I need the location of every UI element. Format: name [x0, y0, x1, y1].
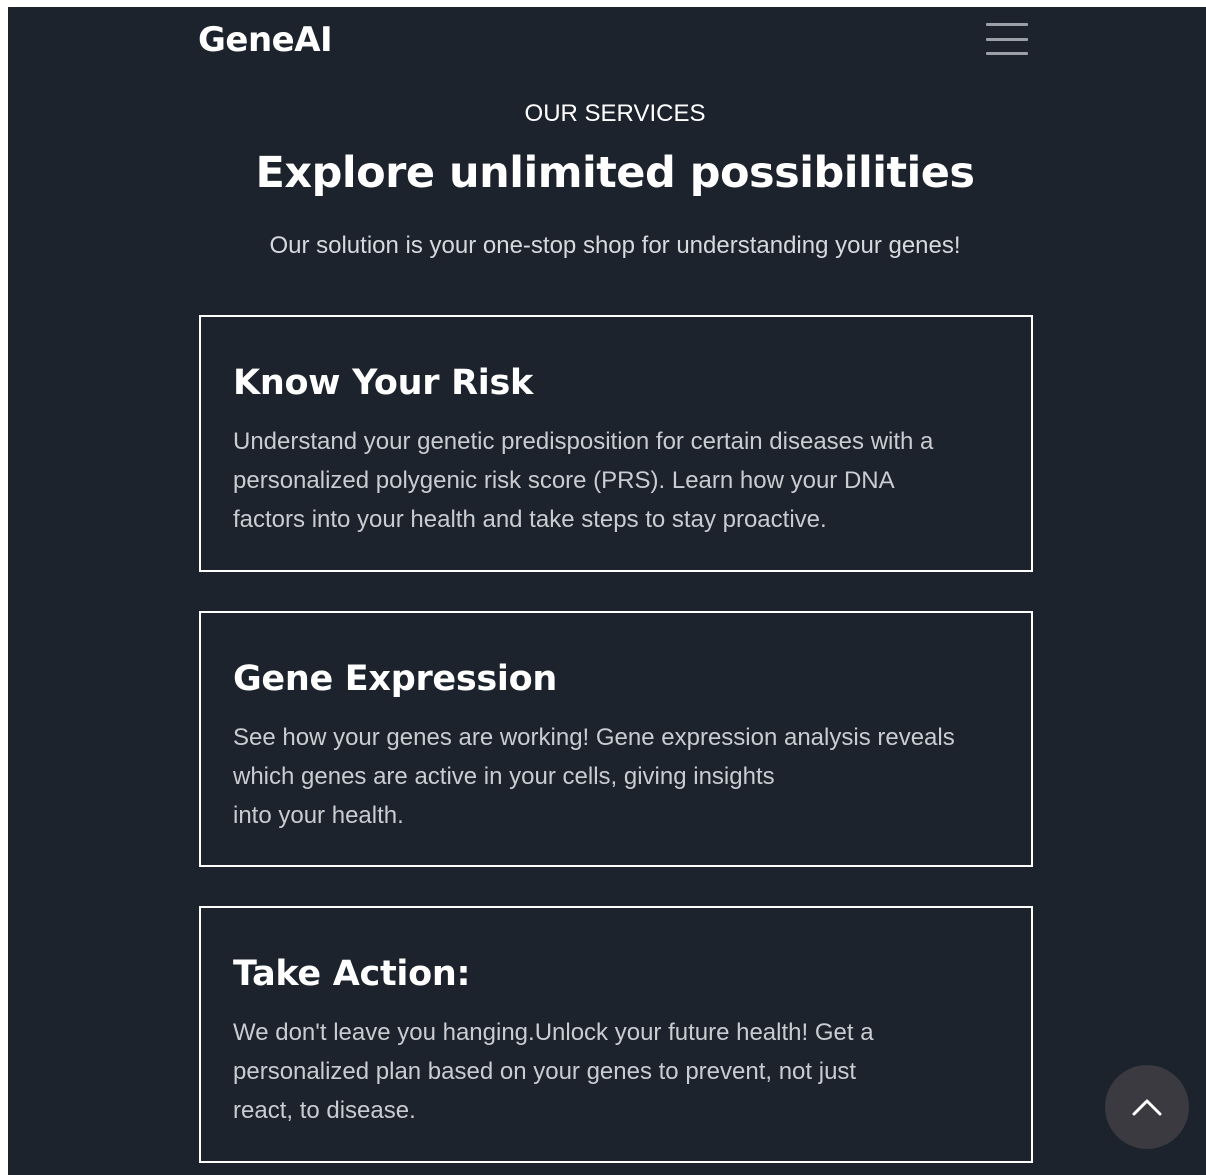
- card-title: Gene Expression: [233, 659, 557, 699]
- card-description-line: into your health.: [233, 802, 404, 829]
- card-description-line: Understand your genetic predisposition f…: [233, 428, 934, 455]
- card-description-line: personalized plan based on your genes to…: [233, 1058, 857, 1085]
- service-card-take-action: Take Action: We don't leave you hanging.…: [199, 906, 1033, 1163]
- hamburger-menu-icon-bar: [986, 37, 1028, 41]
- section-subheading: Our solution is your one-stop shop for u…: [269, 232, 961, 259]
- menu-toggle-button[interactable]: [986, 22, 1028, 58]
- card-description-line: We don't leave you hanging.Unlock your f…: [233, 1019, 874, 1046]
- card-description-line: which genes are active in your cells, gi…: [233, 763, 775, 790]
- brand-logo[interactable]: GeneAI: [198, 18, 333, 62]
- card-description-line: See how your genes are working! Gene exp…: [233, 724, 955, 751]
- hamburger-menu-icon: [986, 23, 1028, 26]
- card-description: We don't leave you hanging.Unlock your f…: [233, 1013, 1003, 1130]
- service-card-know-your-risk: Know Your Risk Understand your genetic p…: [199, 315, 1033, 572]
- card-description-line: personalized polygenic risk score (PRS).…: [233, 467, 895, 494]
- card-description-line: factors into your health and take steps …: [233, 506, 827, 533]
- card-description-line: react, to disease.: [233, 1097, 416, 1124]
- service-card-gene-expression: Gene Expression See how your genes are w…: [199, 611, 1033, 867]
- page: GeneAI OUR SERVICES Explore unlimited po…: [8, 7, 1206, 1175]
- card-description: Understand your genetic predisposition f…: [233, 422, 1003, 539]
- section-headline: Explore unlimited possibilities: [255, 148, 975, 198]
- section-kicker: OUR SERVICES: [524, 100, 706, 127]
- scroll-to-top-button[interactable]: [1105, 1065, 1189, 1149]
- card-title: Take Action:: [233, 954, 471, 994]
- card-title: Know Your Risk: [233, 363, 533, 403]
- card-description: See how your genes are working! Gene exp…: [233, 718, 1003, 835]
- hamburger-menu-icon-bar: [986, 52, 1028, 55]
- chevron-up-icon: [1132, 1099, 1162, 1116]
